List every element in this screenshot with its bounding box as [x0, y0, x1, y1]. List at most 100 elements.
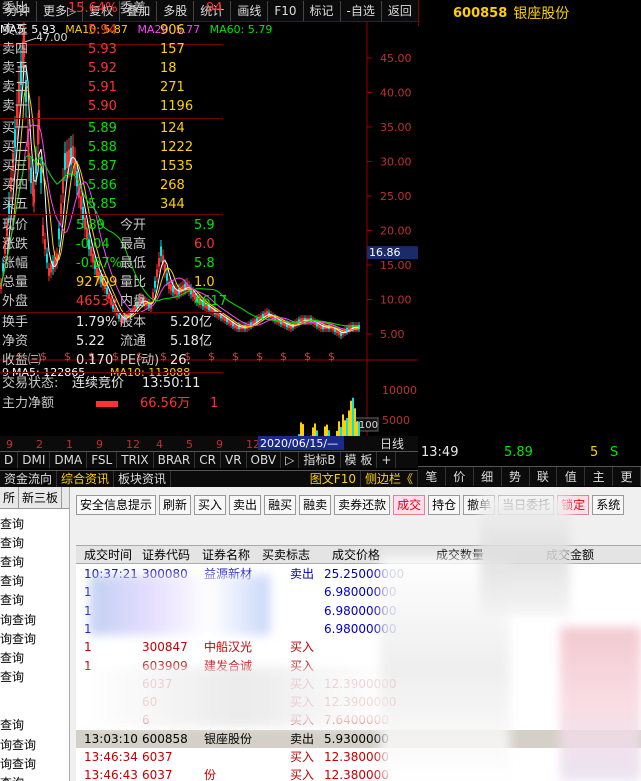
- trade-button-2[interactable]: 买入: [194, 495, 227, 515]
- trade-button-6[interactable]: 卖券还款: [334, 495, 391, 515]
- event-marker: $: [328, 350, 335, 363]
- trade-button-12[interactable]: 系统: [592, 495, 625, 515]
- info-tab-1[interactable]: 综合资讯: [57, 471, 115, 487]
- stat-label: 收益㈢: [2, 353, 42, 368]
- indicator-tab-12[interactable]: +: [377, 452, 397, 468]
- info-tab-0[interactable]: 资金流向: [0, 471, 58, 487]
- sidebar-item[interactable]: 询查询: [0, 630, 36, 647]
- ask-label: 卖一: [2, 99, 29, 114]
- sidebar-tab-1[interactable]: 新三板: [19, 487, 63, 508]
- indicator-tab-0[interactable]: D: [0, 452, 19, 468]
- indicator-tab-1[interactable]: DMI: [18, 452, 51, 468]
- column-header[interactable]: 成交价格: [332, 546, 380, 564]
- stat-value: -0.67%: [76, 256, 122, 271]
- sidebar-item[interactable]: 查询: [0, 553, 24, 570]
- stat-value: 1.79%: [76, 315, 118, 330]
- sidebar-item[interactable]: 询查询: [0, 736, 36, 753]
- indicator-tab-4[interactable]: TRIX: [117, 452, 154, 468]
- sidebar-item[interactable]: 查询: [0, 774, 24, 781]
- stat-label: 内盘: [120, 294, 147, 309]
- indicator-tabs: D DMI DMA FSL TRIX BRAR CR VR OBV ▷ 指标B 模 板 +: [0, 451, 418, 468]
- tick-time: 13:49: [421, 445, 459, 460]
- indicator-tab-8[interactable]: OBV: [247, 452, 282, 468]
- stat-label: 股本: [120, 315, 147, 330]
- toolbar-item-10[interactable]: 返回: [382, 0, 419, 21]
- stat-label: 现价: [2, 218, 29, 233]
- price-tick-label: 45.00: [380, 52, 412, 65]
- table-row[interactable]: 13:46:43 6037 份买入 12.380000: [76, 766, 641, 781]
- indicator-tab-3[interactable]: FSL: [87, 452, 118, 468]
- indicator-tab-9[interactable]: ▷: [281, 452, 300, 468]
- sidebar-item[interactable]: 询查询: [0, 611, 36, 628]
- quote-tab-4[interactable]: 联: [530, 467, 558, 486]
- cell-code: 6037: [142, 768, 173, 781]
- sidebar-item[interactable]: 查询: [0, 534, 24, 551]
- column-header[interactable]: 证券名称: [202, 546, 250, 564]
- indicator-tab-6[interactable]: CR: [195, 452, 221, 468]
- indicator-tab-10[interactable]: 指标B: [299, 452, 341, 468]
- privacy-mosaic: [90, 575, 270, 635]
- stat-label: 涨跌: [2, 237, 29, 252]
- indicator-tab-7[interactable]: VR: [221, 452, 247, 468]
- trade-button-0[interactable]: 安全信息提示: [76, 495, 157, 515]
- quote-tab-2[interactable]: 细: [474, 467, 502, 486]
- divider: [0, 214, 223, 215]
- trade-button-4[interactable]: 融买: [264, 495, 297, 515]
- quote-tab-5[interactable]: 值: [557, 467, 586, 486]
- toolbar-item-6[interactable]: 画线: [231, 0, 269, 21]
- info-tab-2[interactable]: 板块资讯: [114, 471, 172, 487]
- toolbar-item-9[interactable]: -自选: [341, 0, 382, 21]
- quote-tab-0[interactable]: 笔: [418, 467, 446, 486]
- table-row[interactable]: 13:03:10 600858 银座股份 卖出 5.9300000: [76, 729, 641, 748]
- quote-tab-6[interactable]: 主: [585, 467, 614, 486]
- period-label[interactable]: 日线: [380, 437, 404, 451]
- stat-label: PE(动): [120, 353, 160, 368]
- column-header[interactable]: 买卖标志: [262, 546, 310, 564]
- indicator-tab-2[interactable]: DMA: [50, 452, 88, 468]
- trade-button-1[interactable]: 刷新: [159, 495, 192, 515]
- sidebar-item[interactable]: 查询: [0, 649, 24, 666]
- tick-side: S: [610, 445, 619, 460]
- quote-tab-7[interactable]: 更: [613, 467, 641, 486]
- trade-button-8[interactable]: 持仓: [428, 495, 461, 515]
- trade-status-time: 13:50:11: [142, 376, 201, 391]
- bid-row: 买二 5.88 1222: [0, 139, 223, 157]
- bid-label: 买五: [2, 197, 29, 212]
- cell-side: 买入: [290, 768, 315, 781]
- sidebar-item[interactable]: 查询: [0, 716, 24, 733]
- cell-code: 6037: [142, 750, 173, 764]
- trade-button-3[interactable]: 卖出: [229, 495, 262, 515]
- tick-row: 13:49 5.89 5 S: [418, 443, 641, 463]
- bid-volume: 1222: [160, 140, 194, 155]
- sidebar-item[interactable]: 查询: [0, 668, 24, 685]
- column-header[interactable]: 证券代码: [142, 546, 190, 564]
- toolbar-item-7[interactable]: F10: [268, 0, 304, 21]
- toolbar-item-8[interactable]: 标记: [304, 0, 341, 21]
- quote-tab-3[interactable]: 势: [502, 467, 530, 486]
- bid-price: 5.85: [88, 197, 117, 212]
- column-header[interactable]: 成交时间: [84, 546, 132, 564]
- sidebar-tab-0[interactable]: 所: [0, 487, 20, 508]
- sidebar-item[interactable]: 查询: [0, 515, 24, 532]
- stat-row: 外盘 46535 内盘 4617: [0, 293, 227, 311]
- price-tick-label: 20.00: [380, 225, 412, 238]
- quote-tab-1[interactable]: 价: [446, 467, 474, 486]
- bid-price: 5.88: [88, 140, 117, 155]
- bid-row: 买一 5.89 124: [0, 120, 223, 138]
- bid-volume: 268: [160, 178, 185, 193]
- indicator-tab-11[interactable]: 模 板: [341, 452, 378, 468]
- table-row[interactable]: 13:46:34 6037 买入 12.380000: [76, 748, 641, 766]
- table-row[interactable]: 1 300847 中船汉光 买入: [76, 638, 641, 656]
- sidebar-item[interactable]: 询查询: [0, 755, 36, 772]
- trade-button-5[interactable]: 融卖: [299, 495, 332, 515]
- sidebar-item[interactable]: 查询: [0, 591, 24, 608]
- indicator-tab-5[interactable]: BRAR: [154, 452, 196, 468]
- cell-name: 中船汉光: [204, 640, 253, 655]
- bid-price: 5.89: [88, 121, 117, 136]
- sidebar-item[interactable]: 查询: [0, 572, 24, 589]
- cell-time: 1: [84, 640, 92, 655]
- side-link-0[interactable]: 图文F10: [306, 471, 361, 487]
- side-link-1[interactable]: 侧边栏《: [361, 471, 418, 487]
- trade-button-7[interactable]: 成交: [393, 495, 426, 515]
- tick-price: 5.89: [504, 445, 533, 460]
